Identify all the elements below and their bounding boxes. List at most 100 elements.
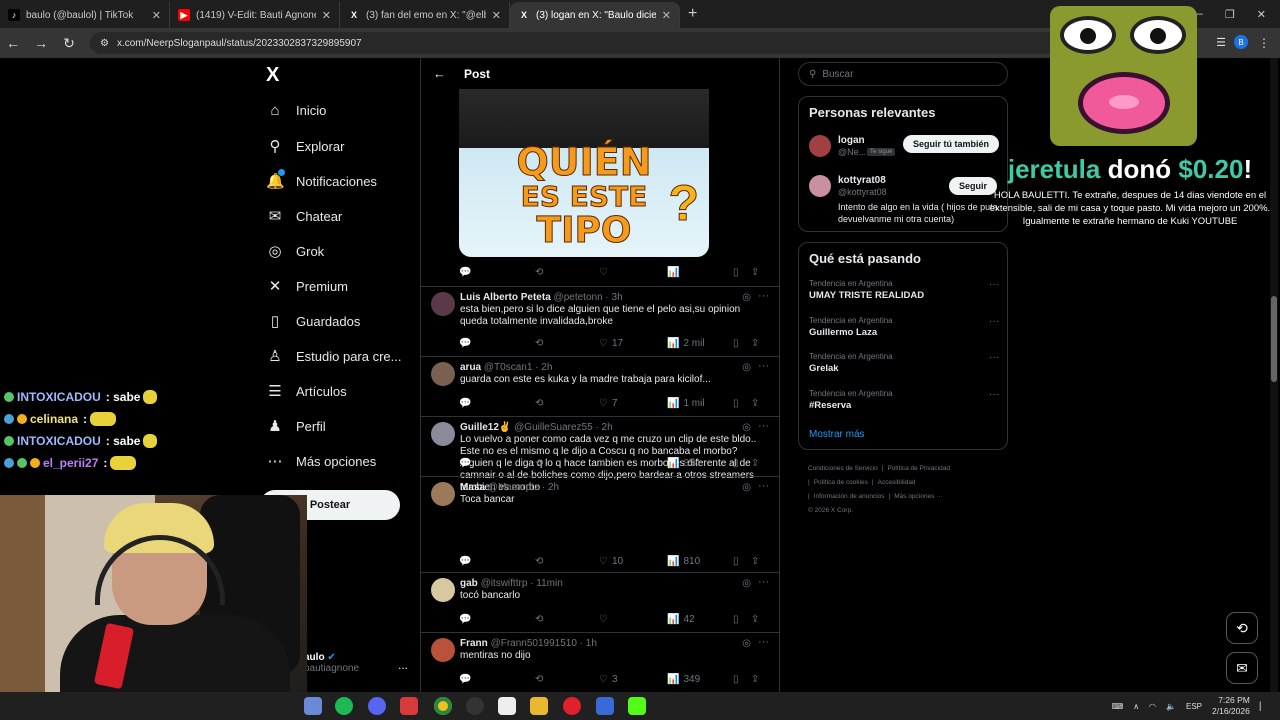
share-icon[interactable]: ⇪ [751,398,759,409]
taskbar-app-icon[interactable] [498,697,516,715]
author-name[interactable]: Masa [460,482,485,493]
bookmark-icon[interactable]: ▯ [733,674,751,685]
close-tab-icon[interactable]: ✕ [662,9,671,22]
grok-icon[interactable]: ◎ [742,638,751,649]
share-icon[interactable]: ⇪ [751,338,759,349]
taskbar-app-icon[interactable] [596,697,614,715]
like-button[interactable]: ♡ [599,458,667,469]
trend-item[interactable]: Tendencia en Argentina Grelak ··· [809,352,999,374]
language-indicator[interactable]: ESP [1186,702,1202,711]
grok-icon[interactable]: ◎ [742,578,751,589]
bookmark-icon[interactable]: ▯ [733,614,751,625]
trend-item[interactable]: Tendencia en Argentina #Reserva ··· [809,389,999,411]
repost-icon[interactable]: ⟲ [535,338,599,349]
avatar[interactable] [431,578,455,602]
browser-tab-x-fan[interactable]: X (3) fan del emo en X: "@elbajat ✕ [340,2,510,28]
footer-link[interactable]: © 2026 X Corp. [808,507,853,514]
spotify-icon[interactable] [335,697,353,715]
bookmark-icon[interactable]: ▯ [733,556,751,567]
nav-item-chatear[interactable]: ✉ Chatear [266,207,343,225]
more-icon[interactable]: ··· [758,420,769,432]
footer-link[interactable]: Información de anuncios [814,493,885,500]
share-icon[interactable]: ⇪ [751,267,759,278]
author-name[interactable]: gab [460,578,478,589]
x-logo[interactable]: X [266,64,279,87]
post-media-image[interactable]: QUIÉN ES ESTE TIPO ? [459,89,709,257]
repost-icon[interactable]: ⟲ [535,267,599,278]
browser-tab-tiktok[interactable]: ♪ baulo (@baulol) | TikTok ✕ [0,2,170,28]
author-name[interactable]: arua [460,362,481,373]
views-button[interactable]: 📊 2 mil [667,338,733,349]
share-icon[interactable]: ⇪ [751,614,759,625]
more-icon[interactable]: ··· [758,636,769,648]
like-icon[interactable]: ♡ [599,267,667,278]
like-button[interactable]: ♡ [599,614,667,625]
share-icon[interactable]: ⇪ [751,556,759,567]
search-input[interactable]: ⚲ Buscar [798,62,1008,86]
views-button[interactable]: 📊 810 [667,556,733,567]
nav-item-más-opciones[interactable]: ⋯ Más opciones [266,452,377,470]
discord-icon[interactable] [368,697,386,715]
person-name[interactable]: kottyrat08 [838,175,886,186]
browser-tab-x-logan[interactable]: X (3) logan en X: "Baulo diciendo ✕ [510,2,680,28]
new-tab-button[interactable]: + [680,5,705,28]
kick-icon[interactable] [628,697,646,715]
reply-icon[interactable]: 💬 [459,338,535,349]
views-icon[interactable]: 📊 [667,267,733,278]
reply-icon[interactable]: 💬 [459,614,535,625]
avatar[interactable] [809,175,831,197]
nav-item-inicio[interactable]: ⌂ Inicio [266,102,326,119]
footer-link[interactable]: Accesibilidad [878,479,916,486]
avatar[interactable] [431,422,455,446]
bookmark-icon[interactable]: ▯ [733,338,751,349]
more-icon[interactable]: ··· [758,290,769,302]
repost-icon[interactable]: ⟲ [535,398,599,409]
obs-icon[interactable] [466,697,484,715]
views-button[interactable]: 📊 349 [667,674,733,685]
file-explorer-icon[interactable] [530,697,548,715]
restore-icon[interactable]: ❐ [1225,8,1235,21]
like-button[interactable]: ♡ 17 [599,338,667,349]
repost-icon[interactable]: ⟲ [535,674,599,685]
reply-icon[interactable]: 💬 [459,674,535,685]
taskbar-app-icon[interactable] [304,697,322,715]
share-icon[interactable]: ⇪ [751,674,759,685]
opera-icon[interactable] [563,697,581,715]
more-icon[interactable]: ··· [989,279,999,290]
repost-icon[interactable]: ⟲ [535,556,599,567]
reading-list-icon[interactable]: ☰ [1216,36,1226,49]
nav-item-artículos[interactable]: ☰ Artículos [266,382,346,400]
close-window-icon[interactable]: ✕ [1257,8,1266,21]
like-button[interactable]: ♡ 10 [599,556,667,567]
nav-item-notificaciones[interactable]: 🔔 Notificaciones [266,169,377,190]
more-icon[interactable]: ··· [989,352,999,363]
person-name[interactable]: logan [838,135,865,146]
taskbar-app-icon[interactable] [400,697,418,715]
nav-item-perfil[interactable]: ♟ Perfil [266,417,325,435]
bookmark-icon[interactable]: ▯ [733,458,751,469]
scrollbar-thumb[interactable] [1271,296,1277,382]
avatar[interactable] [431,292,455,316]
close-tab-icon[interactable]: ✕ [322,9,331,22]
grok-icon[interactable]: ◎ [742,362,751,373]
like-button[interactable]: ♡ 7 [599,398,667,409]
nav-item-explorar[interactable]: ⚲ Explorar [266,137,345,155]
nav-item-premium[interactable]: ✕ Premium [266,277,348,295]
bookmark-icon[interactable]: ▯ [733,267,751,278]
footer-link[interactable]: Política de Privacidad [887,465,950,472]
more-icon[interactable]: ··· [989,389,999,400]
clock[interactable]: 7:26 PM 2/16/2026 [1212,695,1250,717]
profile-avatar[interactable]: B [1234,35,1248,49]
follow-back-button[interactable]: Seguir tú también [902,135,999,153]
site-info-icon[interactable]: ⚙ [100,38,109,49]
chrome-icon[interactable] [434,697,452,715]
nav-item-guardados[interactable]: ▯ Guardados [266,312,360,330]
grok-icon[interactable]: ◎ [742,292,751,303]
trend-item[interactable]: Tendencia en Argentina Guillermo Laza ··· [809,316,999,338]
messages-fab-icon[interactable]: ✉ [1226,652,1258,684]
author-name[interactable]: Guille12✌ [460,422,511,433]
grok-fab-icon[interactable]: ⟲ [1226,612,1258,644]
browser-menu-icon[interactable]: ⋮ [1258,36,1270,50]
show-more-link[interactable]: Mostrar más [809,429,865,440]
wifi-icon[interactable]: ◠ [1149,702,1156,711]
